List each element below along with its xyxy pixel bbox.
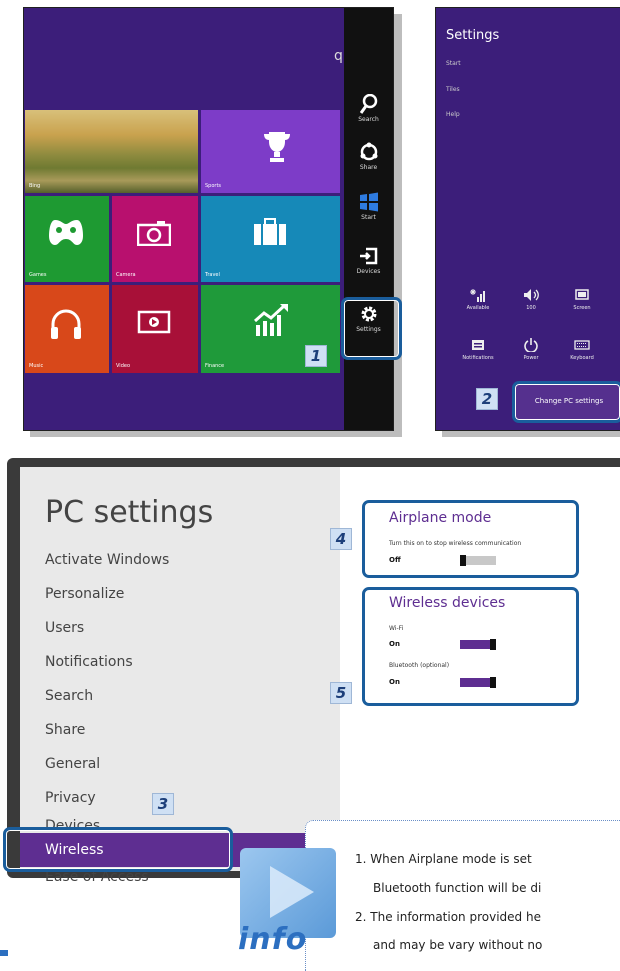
tile-travel[interactable]: Travel: [201, 196, 340, 282]
step-number-4: 4: [330, 528, 352, 550]
charm-share[interactable]: Share: [344, 142, 393, 171]
keyboard-icon: [574, 340, 590, 350]
menu-item-activate-windows[interactable]: Activate Windows: [45, 552, 169, 568]
quick-power[interactable]: Power: [511, 338, 551, 361]
camera-icon: [137, 221, 171, 246]
step-number-5: 5: [330, 682, 352, 704]
tile-label: Camera: [116, 272, 136, 278]
menu-item-general[interactable]: General: [45, 756, 100, 772]
step-number-2: 2: [476, 388, 498, 410]
tile-video[interactable]: Video: [112, 285, 198, 373]
suitcase-icon: [254, 218, 286, 245]
quick-network[interactable]: Available: [458, 288, 498, 311]
devices-icon: [359, 247, 377, 265]
corner-marker: [0, 950, 8, 956]
tile-label: Finance: [205, 363, 225, 369]
settings-link-help[interactable]: Help: [446, 111, 460, 118]
search-icon: [359, 94, 377, 114]
power-icon: [524, 338, 538, 352]
charms-bar: Search Share Start Devices Settings: [344, 8, 393, 430]
quick-label: 100: [526, 305, 536, 311]
menu-item-notifications[interactable]: Notifications: [45, 654, 133, 670]
settings-link-start[interactable]: Start: [446, 60, 461, 67]
tile-sports[interactable]: Sports: [201, 110, 340, 193]
page-title: PC settings: [45, 495, 214, 530]
windows-logo-icon: [359, 192, 378, 212]
info-note-line-3: 2. The information provided he: [355, 910, 541, 924]
charm-label: Devices: [356, 268, 381, 275]
settings-charm-highlight: [341, 297, 402, 360]
video-icon: [137, 310, 171, 334]
charm-devices[interactable]: Devices: [344, 246, 393, 275]
share-icon: [360, 142, 377, 161]
quick-keyboard[interactable]: Keyboard: [562, 338, 602, 361]
quick-screen[interactable]: Screen: [562, 288, 602, 311]
gamepad-icon: [49, 220, 83, 245]
start-screen: q Bing Sports Games Camera Travel Music …: [23, 7, 394, 431]
quick-notifications[interactable]: Notifications: [458, 338, 498, 361]
network-signal-icon: [470, 289, 485, 302]
settings-pane: Settings Start Tiles Help Available 100 …: [435, 7, 620, 431]
info-note-line-2: Bluetooth function will be di: [373, 881, 542, 895]
trophy-icon: [264, 132, 290, 162]
tile-camera[interactable]: Camera: [112, 196, 198, 282]
tile-games[interactable]: Games: [25, 196, 109, 282]
tile-label: Games: [29, 272, 47, 278]
quick-label: Screen: [573, 305, 591, 311]
wireless-menu-highlight: [3, 827, 233, 872]
step-number-3: 3: [152, 793, 174, 815]
tile-music[interactable]: Music: [25, 285, 109, 373]
info-note-line-4: and may be vary without no: [373, 938, 543, 952]
tile-bing[interactable]: Bing: [25, 110, 198, 193]
charm-search[interactable]: Search: [344, 94, 393, 123]
airplane-mode-highlight: [362, 500, 579, 578]
menu-item-privacy[interactable]: Privacy: [45, 790, 96, 806]
screen-icon: [575, 289, 589, 300]
tile-label: Travel: [205, 272, 220, 278]
volume-icon: [524, 289, 539, 301]
charm-label: Share: [359, 164, 378, 171]
tile-label: Bing: [29, 183, 41, 189]
quick-label: Power: [523, 355, 539, 361]
menu-item-search[interactable]: Search: [45, 688, 93, 704]
charm-start[interactable]: Start: [344, 192, 393, 221]
settings-title: Settings: [446, 28, 500, 43]
change-pc-settings-highlight: [512, 381, 620, 423]
info-note-line-1: 1. When Airplane mode is set: [355, 852, 532, 866]
info-badge: info: [232, 848, 344, 957]
charm-label: Search: [358, 116, 379, 123]
tile-label: Video: [116, 363, 131, 369]
notifications-icon: [472, 340, 484, 350]
info-badge-text: info: [238, 922, 308, 957]
search-query: q: [334, 48, 343, 64]
tile-label: Music: [29, 363, 44, 369]
charm-label: Start: [361, 214, 376, 221]
stock-chart-icon: [254, 304, 288, 336]
quick-label: Available: [466, 305, 490, 311]
step-number-1: 1: [305, 345, 327, 367]
menu-item-users[interactable]: Users: [45, 620, 84, 636]
menu-item-share[interactable]: Share: [45, 722, 85, 738]
headphones-icon: [51, 309, 81, 339]
tile-label: Sports: [205, 183, 222, 189]
menu-item-personalize[interactable]: Personalize: [45, 586, 124, 602]
quick-label: Keyboard: [570, 355, 594, 361]
settings-link-tiles[interactable]: Tiles: [446, 86, 460, 93]
quick-label: Notifications: [462, 355, 494, 361]
quick-volume[interactable]: 100: [511, 288, 551, 311]
wireless-devices-highlight: [362, 587, 579, 706]
